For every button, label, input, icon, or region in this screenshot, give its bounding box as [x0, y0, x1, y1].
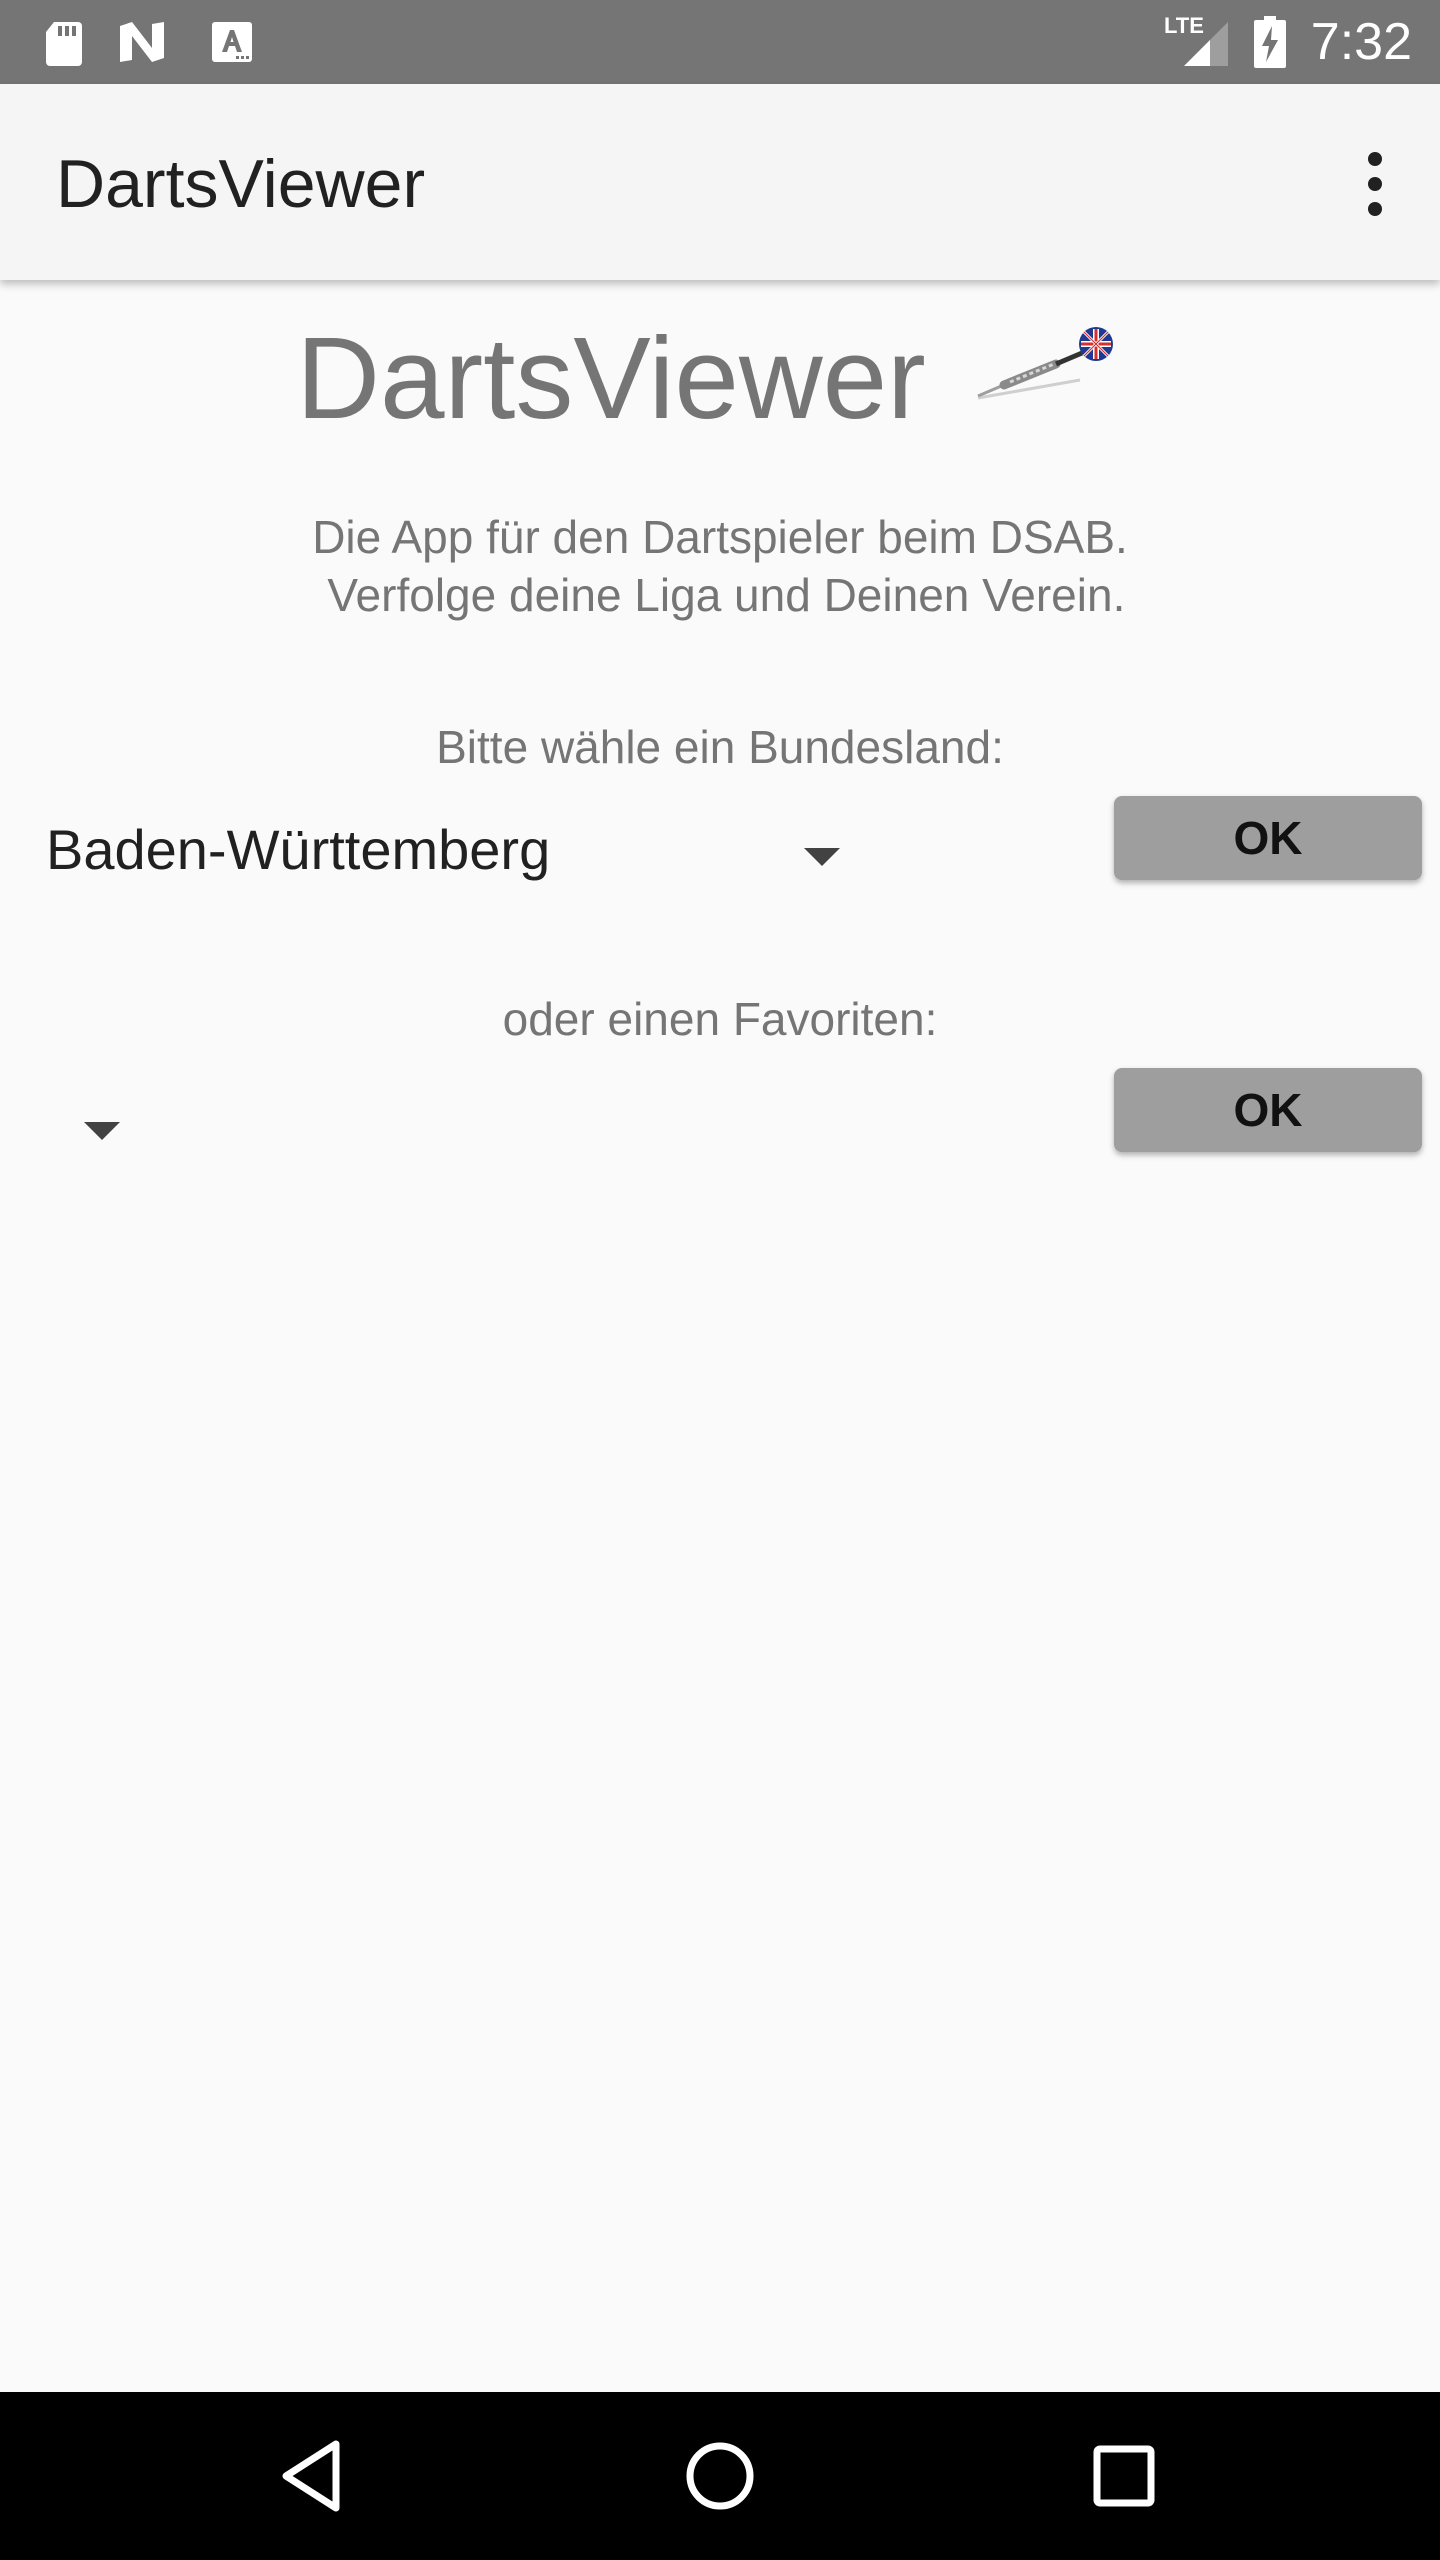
more-vert-icon[interactable] [1352, 148, 1400, 220]
home-circle-icon[interactable] [670, 2426, 770, 2526]
main-content: DartsViewer Die App für den Dartspieler … [0, 280, 1440, 2392]
text-a-icon [212, 22, 252, 62]
intro-line-2: Verfolge deine Liga und Deinen Verein. [314, 569, 1126, 621]
lte-signal-icon [1184, 22, 1228, 66]
app-bar: DartsViewer [0, 84, 1440, 280]
intro-line-1: Die App für den Dartspieler beim DSAB. [312, 511, 1128, 563]
favorite-spinner[interactable] [0, 1050, 400, 1170]
dart-icon [977, 327, 1113, 400]
state-ok-button[interactable]: OK [1114, 796, 1422, 880]
state-spinner-value: Baden-Württemberg [46, 818, 551, 881]
app-title: DartsViewer [56, 146, 426, 222]
status-bar: LTE 7:32 [0, 0, 1440, 84]
recents-square-icon[interactable] [1074, 2426, 1174, 2526]
favorite-label: oder einen Favoriten: [502, 993, 938, 1045]
back-triangle-icon[interactable] [266, 2426, 366, 2526]
state-label: Bitte wähle ein Bundesland: [436, 721, 1004, 773]
intro-text: Die App für den Dartspieler beim DSAB. V… [0, 508, 1440, 624]
status-time: 7:32 [1310, 13, 1412, 71]
navigation-bar [0, 2392, 1440, 2560]
state-spinner[interactable]: Baden-Württemberg [0, 790, 880, 910]
state-dropdown-arrow-icon [804, 848, 840, 866]
sd-card-icon [46, 22, 82, 66]
favorite-ok-button[interactable]: OK [1114, 1068, 1422, 1152]
n-notification-icon [120, 22, 164, 62]
battery-charging-icon [1254, 16, 1286, 68]
favorite-dropdown-arrow-icon [84, 1122, 120, 1140]
